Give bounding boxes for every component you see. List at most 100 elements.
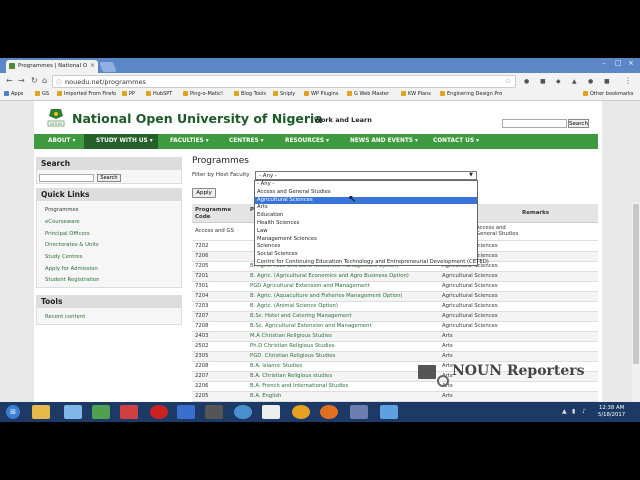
sidebar-search-button[interactable]: Search	[97, 174, 121, 182]
bookmark-item[interactable]: WP Plugins	[304, 91, 338, 97]
volume-icon[interactable]: ♪	[582, 408, 586, 415]
dropdown-option[interactable]: Centre for Continuing Education Technolo…	[255, 259, 489, 267]
dropdown-option[interactable]: Social Sciences	[255, 251, 477, 259]
programme-link[interactable]: B.A. Islamic Studies	[250, 363, 302, 369]
bookmark-item[interactable]: Apps	[4, 91, 23, 97]
network-icon[interactable]: ▮	[572, 408, 575, 415]
dropdown-option[interactable]: Sciences	[255, 243, 477, 251]
quicklink-ecourseware[interactable]: eCourseware	[45, 219, 80, 225]
programme-link[interactable]: B. Agric. (Aquaculture and Fisheries Man…	[250, 293, 403, 299]
menu-news-and-events[interactable]: NEWS AND EVENTS ▾	[350, 134, 430, 149]
tray-arrow-icon[interactable]: ▲	[562, 408, 567, 415]
quicklink-principal-officers[interactable]: Principal Officers	[45, 231, 90, 237]
document-icon[interactable]	[262, 405, 280, 419]
menu-dots-icon[interactable]: ⋮	[624, 76, 632, 85]
programme-link[interactable]: PGD. Christian Religious Studies	[250, 353, 335, 359]
header-search-input[interactable]	[502, 119, 567, 128]
menu-about[interactable]: ABOUT ▾	[38, 134, 84, 149]
bookmark-item[interactable]: HubSPT	[146, 91, 172, 97]
start-button[interactable]: ⊞	[6, 405, 20, 419]
close-tab-icon[interactable]: ×	[90, 62, 95, 69]
bookmark-item[interactable]: Imported From Firefo	[57, 91, 116, 97]
extension-icon[interactable]: ■	[604, 78, 610, 85]
word-icon[interactable]	[177, 405, 195, 419]
apply-button[interactable]: Apply	[192, 188, 216, 198]
bookmark-item[interactable]: GS	[35, 91, 49, 97]
app-icon[interactable]	[64, 405, 82, 419]
programme-link[interactable]: B. Agric. (Agricultural Economics and Ag…	[250, 273, 409, 279]
bookmark-item[interactable]: KW Plans	[401, 91, 431, 97]
menu-contact-us[interactable]: CONTACT US ▾	[433, 134, 493, 149]
programme-link[interactable]: B.Sc. Agricultural Extension and Managem…	[250, 323, 372, 329]
app-icon[interactable]	[205, 405, 223, 419]
dropdown-option[interactable]: Agricultural Sciences	[255, 196, 477, 205]
header-programme-code[interactable]: Programme Code	[195, 207, 245, 221]
address-bar[interactable]: ⓘ nouedu.net/programmes ☆	[52, 75, 516, 88]
programme-link[interactable]: M.A Christian Religious Studies	[250, 333, 332, 339]
programme-link[interactable]: B.Sc. Hotel and Catering Management	[250, 313, 352, 319]
chrome-icon[interactable]	[234, 405, 252, 419]
extension-icon[interactable]: ●	[588, 78, 593, 85]
tools-recent-content[interactable]: Recent content	[45, 314, 85, 320]
programme-link[interactable]: B.A. English	[250, 393, 281, 399]
programme-link[interactable]: Ph.D Christian Religious Studies	[250, 343, 334, 349]
firefox-icon[interactable]	[320, 405, 338, 419]
home-icon[interactable]: ⌂	[42, 76, 47, 85]
page-scrollbar[interactable]	[632, 202, 640, 402]
menu-faculties[interactable]: FACULTIES ▾	[170, 134, 230, 149]
programme-link[interactable]: B.A. Christian Religious studies	[250, 373, 332, 379]
explorer-icon[interactable]	[32, 405, 50, 419]
extension-icon[interactable]: ▲	[572, 78, 577, 85]
dropdown-option[interactable]: Management Sciences	[255, 236, 477, 244]
quicklink-registration[interactable]: Student Registration	[45, 277, 99, 283]
menu-centres[interactable]: CENTRES ▾	[229, 134, 289, 149]
bookmark-star-icon[interactable]: ☆	[505, 77, 511, 85]
dropdown-option[interactable]: Access and General Studies	[255, 189, 477, 197]
app-icon[interactable]	[120, 405, 138, 419]
menu-study-with-us[interactable]: STUDY WITH US ▾	[84, 134, 158, 149]
app-icon[interactable]	[350, 405, 368, 419]
bookmark-item[interactable]: Blog Tools	[234, 91, 266, 97]
dropdown-option[interactable]: Law	[255, 228, 477, 236]
extension-icon[interactable]: ●	[524, 78, 529, 85]
bookmark-item[interactable]: Ping-o-Matic!	[183, 91, 223, 97]
extension-icon[interactable]: ■	[540, 78, 546, 85]
bookmarks-bar: Apps GS Imported From Firefo PP HubSPT P…	[0, 90, 640, 101]
scrollbar-thumb[interactable]	[633, 204, 639, 364]
quicklink-study-centres[interactable]: Study Centres	[45, 254, 82, 260]
chrome-icon[interactable]	[292, 405, 310, 419]
header-remarks[interactable]: Remarks	[522, 210, 549, 217]
dropdown-option[interactable]: Arts	[255, 204, 477, 212]
other-bookmarks[interactable]: Other bookmarks	[583, 91, 633, 97]
menu-resources[interactable]: RESOURCES ▾	[285, 134, 345, 149]
programme-link[interactable]: B.A. French and International Studies	[250, 383, 348, 389]
sidebar-search-input[interactable]	[39, 174, 94, 182]
back-icon[interactable]: ←	[6, 76, 13, 85]
new-tab-button[interactable]	[99, 62, 117, 72]
bookmark-item[interactable]: Sniply	[273, 91, 295, 97]
app-icon[interactable]	[380, 405, 398, 419]
quicklink-apply[interactable]: Apply for Admission	[45, 266, 98, 272]
close-window-icon[interactable]: ×	[628, 59, 634, 67]
dropdown-option[interactable]: Health Sciences	[255, 220, 477, 228]
maximize-icon[interactable]: □	[615, 59, 622, 67]
bookmark-item[interactable]: Enginering Design Pro	[440, 91, 502, 97]
dropdown-option[interactable]: Education	[255, 212, 477, 220]
taskbar-clock[interactable]: 12:38 AM 5/18/2017	[598, 405, 625, 419]
faculty-select[interactable]: - Any - ▼	[255, 171, 477, 180]
programme-link[interactable]: PGD Agricultural Extension and Managemen…	[250, 283, 370, 289]
reload-icon[interactable]: ↻	[31, 76, 38, 85]
programme-link[interactable]: B. Agric. (Animal Science Option)	[250, 303, 338, 309]
bookmark-item[interactable]: G Web Master	[347, 91, 389, 97]
quicklink-programmes[interactable]: Programmes	[45, 207, 79, 213]
dropdown-option[interactable]: - Any -	[255, 181, 477, 189]
header-search-button[interactable]: Search	[568, 119, 589, 128]
browser-tab[interactable]: Programmes | National O ×	[6, 60, 98, 73]
minimize-icon[interactable]: –	[602, 59, 606, 67]
quicklink-directorates[interactable]: Directorates & Units	[45, 242, 99, 248]
forward-icon[interactable]: →	[18, 76, 25, 85]
extension-icon[interactable]: ◆	[556, 78, 561, 85]
bookmark-item[interactable]: PP	[122, 91, 135, 97]
app-icon[interactable]	[92, 405, 110, 419]
opera-icon[interactable]	[150, 405, 168, 419]
